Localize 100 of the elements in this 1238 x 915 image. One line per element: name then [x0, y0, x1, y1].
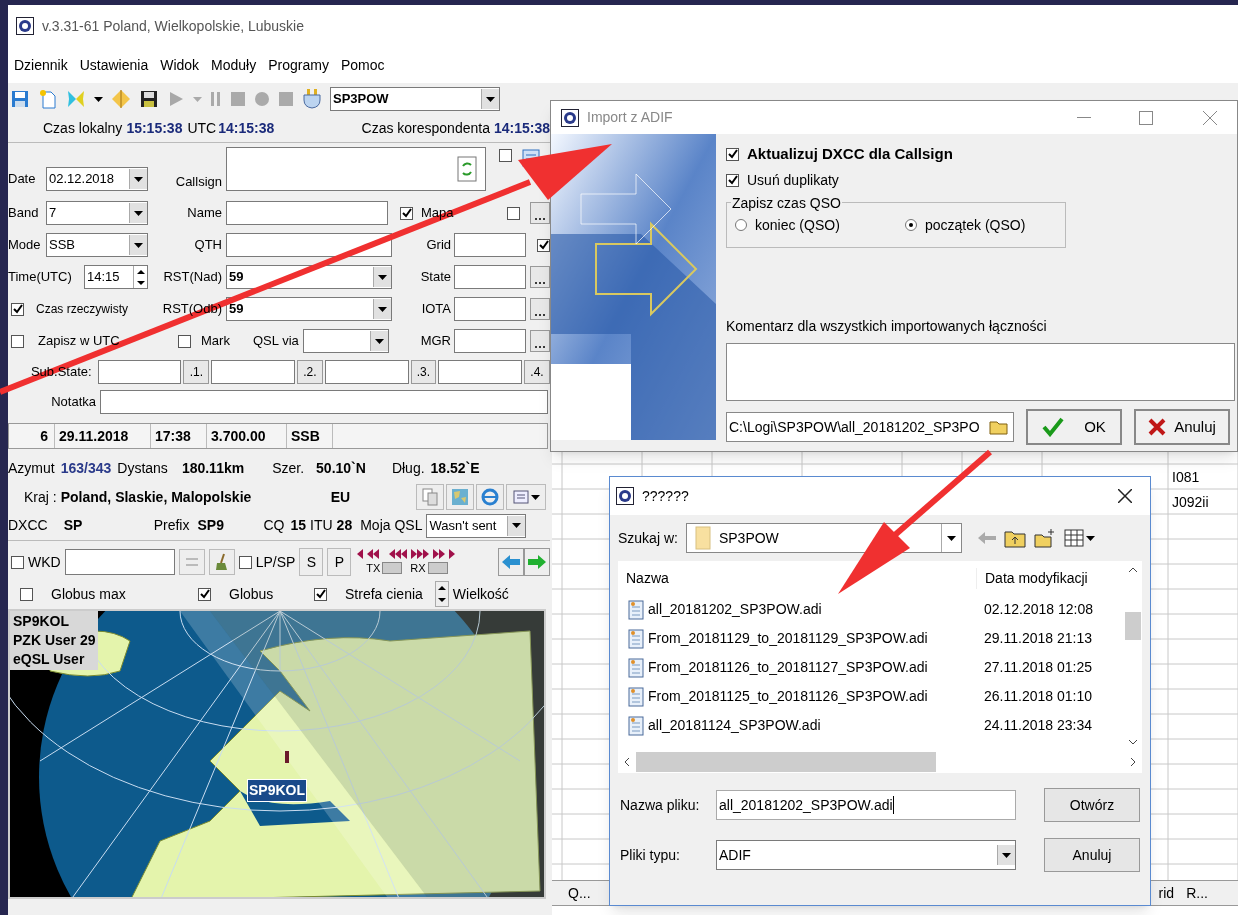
caret-icon[interactable] [94, 96, 103, 102]
text-field[interactable] [454, 329, 526, 353]
scroll-up-icon[interactable] [1128, 567, 1138, 573]
text-field[interactable] [454, 265, 526, 289]
radio-button[interactable] [735, 219, 747, 231]
note-field[interactable] [100, 390, 548, 414]
broom-button[interactable] [208, 549, 235, 575]
scroll-left-icon[interactable] [624, 757, 630, 767]
checkbox[interactable] [11, 334, 24, 348]
menu-item[interactable]: Moduły [211, 54, 257, 76]
folder-icon[interactable] [989, 418, 1009, 436]
forward-icon[interactable] [433, 547, 447, 560]
forward-button[interactable] [524, 548, 550, 576]
checkbox[interactable] [507, 206, 520, 220]
rewind-icon[interactable] [367, 547, 381, 560]
sub-state-button[interactable]: .3. [410, 360, 437, 384]
file-row[interactable]: From_20181125_to_20181126_SP3POW.adi 26.11.2018 01:10 [618, 682, 1124, 711]
folder-up-icon[interactable] [1003, 528, 1026, 548]
checkbox[interactable] [726, 173, 739, 187]
qth-field[interactable] [226, 233, 392, 257]
more-button[interactable] [530, 266, 550, 288]
sub-state-button[interactable]: .4. [524, 360, 550, 384]
cancel-button[interactable]: Anuluj [1134, 409, 1230, 445]
text-field[interactable] [324, 360, 409, 384]
checkbox[interactable] [499, 149, 512, 162]
fast-rewind-icon[interactable] [389, 547, 409, 560]
scroll-down-icon[interactable] [1128, 739, 1138, 745]
ok-button[interactable]: OK [1026, 409, 1122, 445]
checkbox[interactable] [314, 587, 327, 601]
step-forward-icon[interactable] [449, 547, 457, 560]
scrollbar-thumb[interactable] [636, 752, 936, 772]
scrollbar-thumb[interactable] [1125, 612, 1141, 640]
column-header[interactable]: Data modyfikacji [976, 567, 1088, 589]
more-button[interactable] [530, 298, 550, 320]
folder-dropdown[interactable]: SP3POW [685, 523, 962, 553]
mode-button[interactable]: S [299, 548, 324, 576]
rst-dropdown[interactable]: 59 [226, 297, 392, 321]
iota-field[interactable] [454, 297, 526, 321]
radio-button[interactable] [905, 219, 917, 231]
text-field[interactable] [97, 360, 182, 384]
wkd-field[interactable] [64, 549, 175, 575]
menu-item[interactable]: Ustawienia [79, 54, 149, 76]
checkbox[interactable] [726, 147, 739, 161]
checkbox[interactable] [400, 206, 413, 220]
back-button[interactable] [498, 548, 524, 576]
close-icon[interactable] [1118, 489, 1132, 503]
cancel-button[interactable]: Anuluj [1044, 838, 1140, 872]
time-spinner[interactable]: 14:15 [84, 265, 148, 289]
open-button[interactable]: Otwórz [1044, 788, 1140, 822]
text-field[interactable] [454, 233, 526, 257]
name-field[interactable] [226, 201, 388, 225]
comment-field[interactable] [726, 343, 1235, 401]
mode-dropdown[interactable]: SSB [46, 233, 148, 257]
down-arrow-icon[interactable] [136, 280, 145, 285]
rst-dropdown[interactable]: 59 [226, 265, 392, 289]
file-row[interactable]: all_20181202_SP3POW.adi 02.12.2018 12:08 [618, 595, 1124, 624]
menu-item[interactable]: Programy [268, 54, 329, 76]
menu-item[interactable]: Widok [160, 54, 200, 76]
minimize-icon[interactable] [1077, 116, 1091, 119]
qsl-status-dropdown[interactable]: Wasn't sent [426, 513, 527, 538]
text-field[interactable] [211, 360, 295, 384]
maximize-icon[interactable] [1139, 110, 1153, 125]
file-row[interactable]: From_20181129_to_20181129_SP3POW.adi 29.11.2018 21:13 [618, 624, 1124, 653]
diamond-icon[interactable] [111, 89, 131, 109]
checkbox[interactable] [537, 238, 550, 252]
date-dropdown[interactable]: 02.12.2018 [46, 167, 148, 191]
file-name-field[interactable]: all_20181202_SP3POW.adi [716, 790, 1016, 820]
column-header[interactable]: Nazwa [618, 567, 976, 589]
checkbox[interactable] [20, 587, 33, 601]
sub-state-button[interactable]: .1. [183, 360, 210, 384]
sub-state-button[interactable]: .2. [296, 360, 323, 384]
new-folder-icon[interactable] [1033, 528, 1056, 548]
file-type-dropdown[interactable]: ADIF [716, 840, 1016, 870]
view-menu-button[interactable] [1063, 529, 1095, 547]
horizontal-scrollbar[interactable] [618, 751, 1142, 773]
band-dropdown[interactable]: 7 [46, 201, 148, 225]
size-spinner[interactable] [434, 581, 449, 607]
print-menu-button[interactable] [506, 484, 546, 510]
refresh-icon[interactable] [457, 156, 477, 182]
checkbox[interactable] [11, 555, 24, 569]
checkbox[interactable] [238, 555, 252, 569]
save-icon[interactable] [139, 89, 159, 109]
qsl-via-dropdown[interactable] [302, 329, 389, 353]
fast-forward-icon[interactable] [411, 547, 431, 560]
more-button[interactable] [530, 202, 550, 224]
menu-item[interactable]: Pomoc [340, 54, 385, 76]
file-path-field[interactable]: C:\Logi\SP3POW\all_20181202_SP3PO [726, 412, 1014, 442]
checkbox[interactable] [11, 302, 24, 316]
step-back-icon[interactable] [357, 547, 365, 560]
more-button[interactable] [530, 330, 550, 352]
menu-item[interactable]: Dziennik [14, 54, 68, 76]
file-row[interactable]: From_20181126_to_20181127_SP3POW.adi 27.11.2018 01:25 [618, 653, 1124, 682]
checkbox[interactable] [198, 587, 211, 601]
station-dropdown[interactable]: SP3POW [330, 87, 500, 111]
browser-button[interactable] [476, 484, 504, 510]
up-arrow-icon[interactable] [136, 269, 145, 274]
plug-icon[interactable] [302, 88, 322, 110]
text-field[interactable] [438, 360, 523, 384]
callsign-field[interactable] [226, 147, 486, 191]
checkbox[interactable] [178, 334, 191, 348]
